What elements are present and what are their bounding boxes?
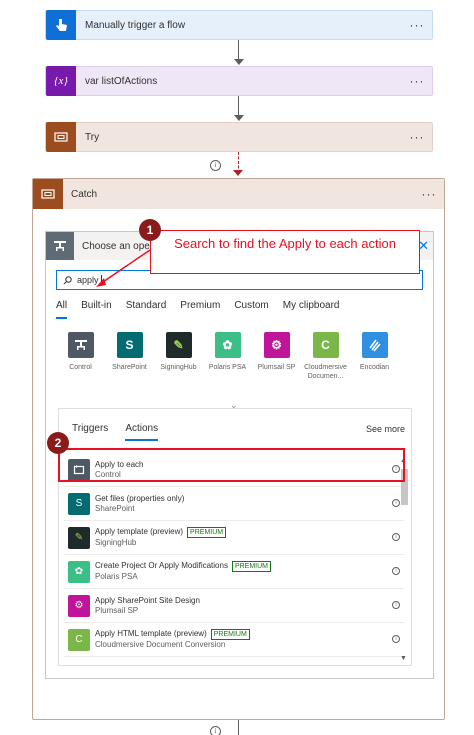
annotation-arrow xyxy=(96,249,151,287)
highlight-apply-to-each xyxy=(58,448,405,482)
step-badge-2: 2 xyxy=(47,432,69,454)
step-badge-1: 1 xyxy=(139,219,161,241)
